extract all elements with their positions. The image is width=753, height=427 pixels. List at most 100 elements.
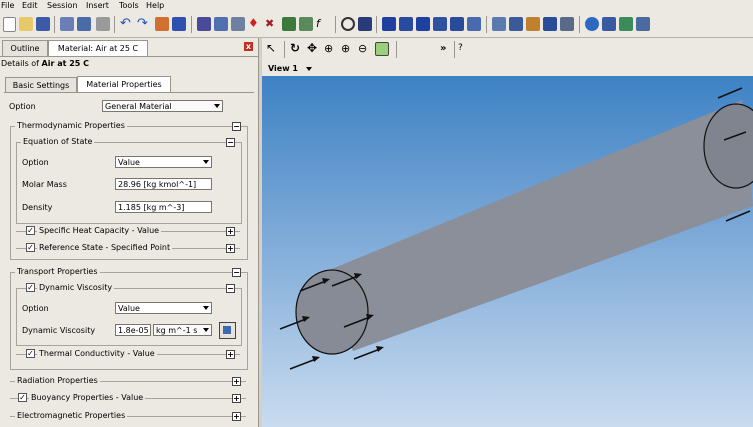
menu-bar: File Edit Session Insert Tools Help	[0, 0, 753, 13]
output-control-icon[interactable]	[509, 17, 523, 31]
select-pointer-icon[interactable]: ↖	[266, 42, 280, 56]
write-solver-icon[interactable]	[526, 17, 540, 31]
eos-option-select[interactable]: Value	[115, 156, 212, 168]
mesh-icon[interactable]	[77, 17, 91, 31]
visc-option-select[interactable]: Value	[115, 302, 212, 314]
save-icon[interactable]	[36, 17, 50, 31]
buoyancy-checkbox[interactable]: ✓	[18, 393, 27, 402]
close-tab-icon[interactable]: x	[244, 42, 253, 51]
cut-icon[interactable]	[155, 17, 169, 31]
help-icon[interactable]	[585, 17, 599, 31]
electromagnetic-label: Electromagnetic Properties	[15, 411, 128, 420]
viscosity-unit-select[interactable]: kg m^-1 s	[153, 324, 212, 336]
additional-variable-icon[interactable]	[416, 17, 430, 31]
collapse-eos-icon[interactable]: −	[226, 138, 235, 147]
collapse-thermo-icon[interactable]: −	[232, 122, 241, 131]
reference-state-checkbox[interactable]: ✓	[26, 243, 35, 252]
details-panel: Outline Material: Air at 25 C x Details …	[0, 38, 259, 427]
interface-icon[interactable]: ✖	[265, 17, 279, 31]
menu-session[interactable]: Session	[47, 1, 78, 10]
mesh-display-icon[interactable]	[560, 17, 574, 31]
layout-icon[interactable]	[636, 17, 650, 31]
expand-electromagnetic-icon[interactable]: +	[232, 412, 241, 421]
eos-option-label: Option	[22, 158, 49, 167]
coordinate-frame-icon[interactable]	[467, 17, 481, 31]
molar-mass-input[interactable]: 28.96 [kg kmol^-1]	[115, 178, 212, 190]
print-icon[interactable]	[96, 17, 110, 31]
user-function-icon[interactable]	[433, 17, 447, 31]
expand-reference-state-icon[interactable]: +	[226, 244, 235, 253]
mesh-adaption-icon[interactable]	[492, 17, 506, 31]
thermal-conductivity-checkbox[interactable]: ✓	[26, 349, 35, 358]
collapse-transport-icon[interactable]: −	[232, 268, 241, 277]
radiation-label: Radiation Properties	[15, 376, 100, 385]
buoyancy-label: Buoyancy Properties - Value	[29, 393, 146, 402]
geometry-view	[279, 87, 753, 370]
zoom-icon[interactable]: ⊕	[324, 42, 338, 56]
query-icon[interactable]: ?	[458, 42, 472, 56]
boundary-icon[interactable]	[231, 17, 245, 31]
density-label: Density	[22, 203, 53, 212]
define-run-icon[interactable]	[543, 17, 557, 31]
import-icon[interactable]	[60, 17, 74, 31]
viewport-canvas[interactable]	[262, 76, 753, 427]
tab-outline[interactable]: Outline	[2, 40, 48, 56]
density-input[interactable]: 1.185 [kg m^-3]	[115, 201, 212, 213]
specific-heat-checkbox[interactable]: ✓	[26, 226, 35, 235]
zoom-fit-icon[interactable]: ⊖	[358, 42, 372, 56]
expand-buoyancy-icon[interactable]: +	[232, 394, 241, 403]
tab-material-properties[interactable]: Material Properties	[77, 76, 171, 93]
user-routine-icon[interactable]	[450, 17, 464, 31]
details-header: Details of Air at 25 C	[1, 59, 89, 68]
domain-icon[interactable]	[214, 17, 228, 31]
dynamic-viscosity-checkbox[interactable]: ✓	[26, 283, 35, 292]
tab-basic-settings[interactable]: Basic Settings	[5, 77, 77, 93]
heat-source-icon[interactable]: ♦	[248, 17, 262, 31]
dynamic-viscosity-input[interactable]: 1.8e-05	[115, 324, 151, 336]
molar-mass-label: Molar Mass	[22, 180, 67, 189]
expression-editor-icon[interactable]	[219, 322, 236, 339]
tree-icon[interactable]	[619, 17, 633, 31]
material-icon[interactable]	[382, 17, 396, 31]
rotate-icon[interactable]: ↻	[290, 42, 304, 56]
specific-heat-label: Specific Heat Capacity - Value	[37, 226, 162, 235]
expand-thermal-conductivity-icon[interactable]: +	[226, 350, 235, 359]
menu-help[interactable]: Help	[146, 1, 164, 10]
new-file-icon[interactable]	[3, 17, 16, 32]
menu-insert[interactable]: Insert	[86, 1, 109, 10]
more-tools-icon[interactable]: »	[440, 42, 454, 56]
initialization-icon[interactable]	[282, 17, 296, 31]
expand-specific-heat-icon[interactable]: +	[226, 227, 235, 236]
zoom-box-icon[interactable]: ⊕	[341, 42, 355, 56]
visc-option-label: Option	[22, 304, 49, 313]
redo-icon[interactable]: ↷	[137, 17, 151, 31]
monitor-icon[interactable]	[358, 17, 372, 31]
properties-icon[interactable]	[602, 17, 616, 31]
paste-icon[interactable]	[172, 17, 186, 31]
undo-icon[interactable]: ↶	[120, 17, 134, 31]
open-file-icon[interactable]	[19, 17, 33, 31]
collapse-viscosity-icon[interactable]: −	[226, 284, 235, 293]
view-dropdown-icon[interactable]	[306, 67, 312, 71]
solver-control-icon[interactable]	[299, 17, 313, 31]
option-select[interactable]: General Material	[102, 100, 223, 112]
viewer-tab-bar: View 1	[262, 62, 753, 76]
menu-edit[interactable]: Edit	[22, 1, 38, 10]
expression-icon[interactable]: f	[316, 17, 330, 31]
simulation-type-icon[interactable]	[197, 17, 211, 31]
viewer-panel: ↖ ↻ ✥ ⊕ ⊕ ⊖ » ? View 1	[262, 38, 753, 427]
main-toolbar: ↶ ↷ ♦ ✖ f	[0, 13, 753, 38]
clock-icon[interactable]	[341, 17, 355, 31]
option-label: Option	[9, 102, 36, 111]
pan-icon[interactable]: ✥	[307, 42, 321, 56]
menu-file[interactable]: File	[1, 1, 14, 10]
reaction-icon[interactable]	[399, 17, 413, 31]
cylinder-body	[322, 100, 753, 351]
transport-title: Transport Properties	[15, 267, 100, 276]
eos-title: Equation of State	[21, 137, 95, 146]
menu-tools[interactable]: Tools	[119, 1, 139, 10]
fit-view-icon[interactable]	[375, 42, 389, 56]
view-selector[interactable]: View 1	[268, 64, 298, 73]
expand-radiation-icon[interactable]: +	[232, 377, 241, 386]
tab-material[interactable]: Material: Air at 25 C	[48, 40, 148, 57]
